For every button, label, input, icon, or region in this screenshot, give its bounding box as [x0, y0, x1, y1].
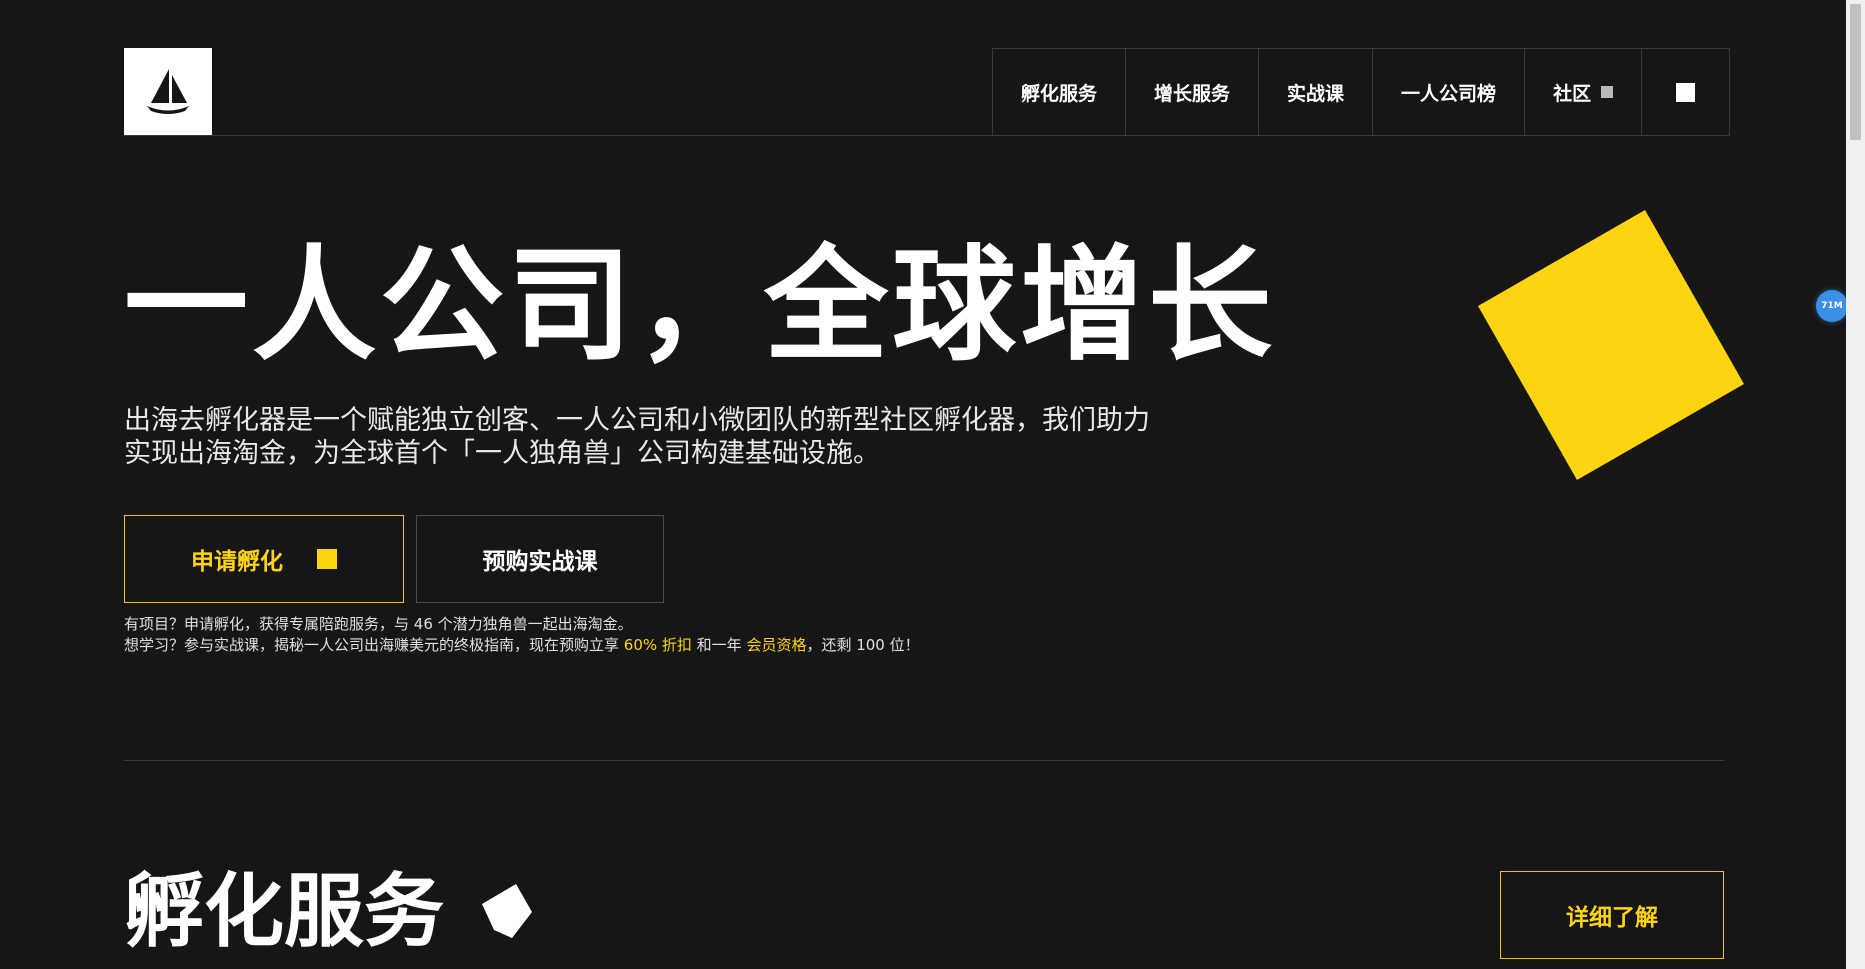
- note-project: 有项目？申请孵化，获得专属陪跑服务，与 46 个潜力独角兽一起出海淘金。: [124, 615, 633, 633]
- square-icon: [1676, 82, 1696, 102]
- dropdown-square-icon: [1601, 86, 1614, 98]
- logo[interactable]: [124, 48, 212, 136]
- nav-item-label: 增长服务: [1154, 82, 1231, 105]
- section-divider: [124, 760, 1724, 761]
- hero-notes: 有项目？申请孵化，获得专属陪跑服务，与 46 个潜力独角兽一起出海淘金。 想学习…: [124, 614, 920, 656]
- nav-item-label: 一人公司榜: [1401, 82, 1497, 105]
- white-shape-decoration: [482, 884, 532, 938]
- membership-highlight: 会员资格: [746, 636, 807, 654]
- menu-button[interactable]: [1642, 49, 1729, 135]
- preorder-course-label: 预购实战课: [482, 549, 598, 575]
- apply-incubation-button[interactable]: 申请孵化: [124, 515, 404, 603]
- nav-item-label: 实战课: [1287, 82, 1345, 105]
- nav-item-growth[interactable]: 增长服务: [1126, 49, 1260, 135]
- main-nav: 孵化服务 增长服务 实战课 一人公司榜 社区: [992, 48, 1731, 136]
- scrollbar[interactable]: [1846, 0, 1865, 969]
- learn-more-button[interactable]: 详细了解: [1500, 871, 1724, 959]
- page: 孵化服务 增长服务 实战课 一人公司榜 社区 一人公司，全球增长 出海去孵化器是…: [0, 0, 1865, 969]
- note-course-mid: 和一年: [691, 636, 747, 654]
- badge-label: 71M: [1821, 301, 1843, 311]
- discount-highlight: 60% 折扣: [623, 636, 692, 654]
- nav-item-label: 孵化服务: [1021, 82, 1098, 105]
- nav-item-course[interactable]: 实战课: [1259, 49, 1374, 135]
- nav-item-incubation[interactable]: 孵化服务: [993, 49, 1127, 135]
- note-course-suffix: ，还剩 100 位！: [806, 636, 920, 654]
- note-course: 想学习？参与实战课，揭秘一人公司出海赚美元的终极指南，现在预购立享 60% 折扣…: [124, 635, 920, 656]
- header-divider: [124, 135, 1724, 136]
- note-course-prefix: 想学习？参与实战课，揭秘一人公司出海赚美元的终极指南，现在预购立享: [124, 636, 624, 654]
- hero-title: 一人公司，全球增长: [124, 234, 1277, 378]
- learn-more-label: 详细了解: [1566, 905, 1658, 931]
- section-title: 孵化服务: [124, 865, 444, 958]
- apply-incubation-label: 申请孵化: [191, 549, 283, 575]
- scrollbar-thumb[interactable]: [1850, 4, 1861, 140]
- hero-description: 出海去孵化器是一个赋能独立创客、一人公司和小微团队的新型社区孵化器，我们助力实现…: [124, 405, 1150, 469]
- floating-badge[interactable]: 71M: [1816, 290, 1848, 322]
- square-icon: [317, 549, 337, 569]
- nav-item-community[interactable]: 社区: [1525, 49, 1643, 135]
- preorder-course-button[interactable]: 预购实战课: [416, 515, 664, 603]
- nav-item-ranking[interactable]: 一人公司榜: [1373, 49, 1526, 135]
- nav-item-label: 社区: [1553, 82, 1592, 105]
- sailboat-icon: [147, 69, 189, 114]
- yellow-square-decoration: [1478, 210, 1744, 480]
